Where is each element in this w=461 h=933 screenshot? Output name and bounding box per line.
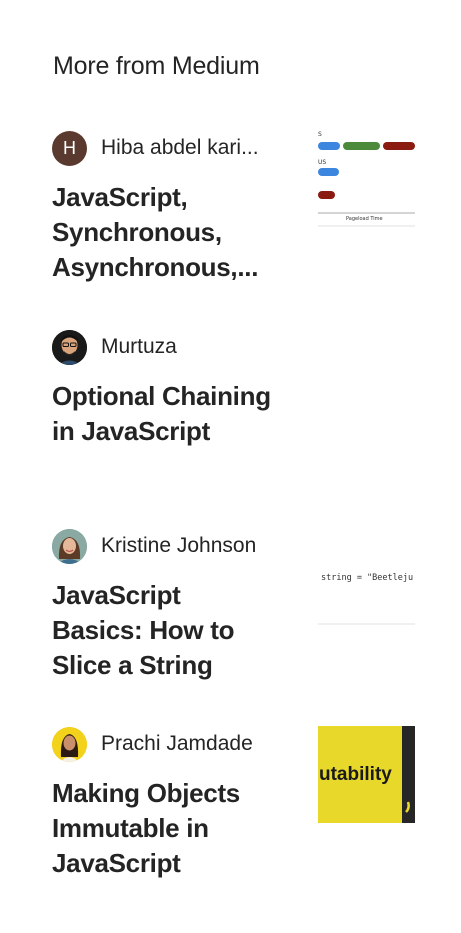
author-name[interactable]: Murtuza [101, 335, 177, 359]
thumb-caption: Pageload Time [346, 216, 383, 222]
thumb-glyph-1: S [318, 131, 322, 138]
thumb-bar-red-2 [318, 191, 335, 199]
code-snippet-image: string = "Beetleju [318, 573, 415, 625]
author-row[interactable]: Prachi Jamdade [52, 726, 253, 762]
thumb-code: string = "Beetleju [321, 573, 413, 583]
article-title[interactable]: Optional Chaining in JavaScript [52, 379, 277, 449]
thumb-bar-red-1 [383, 142, 415, 150]
person-avatar-icon [52, 329, 87, 365]
author-name[interactable]: Kristine Johnson [101, 534, 256, 558]
article-thumbnail[interactable]: utability [318, 726, 415, 823]
article-title[interactable]: JavaScript, Synchronous, Asynchronous,..… [52, 180, 277, 285]
article-card[interactable]: Murtuza Optional Chaining in JavaScript [52, 329, 415, 499]
article-title[interactable]: JavaScript Basics: How to Slice a String [52, 578, 277, 683]
author-row[interactable]: Murtuza [52, 329, 177, 365]
article-card[interactable]: Prachi Jamdade Making Objects Immutable … [52, 726, 415, 896]
person-avatar-icon [52, 528, 87, 564]
avatar-initial: H [63, 137, 76, 158]
section-title: More from Medium [53, 52, 260, 80]
article-thumbnail[interactable]: string = "Beetleju [318, 528, 415, 625]
thumb-bar-blue-2 [318, 168, 339, 176]
article-card[interactable]: Kristine Johnson JavaScript Basics: How … [52, 528, 415, 698]
author-avatar[interactable] [52, 329, 87, 365]
author-row[interactable]: H Hiba abdel kari... [52, 130, 259, 166]
author-name[interactable]: Prachi Jamdade [101, 732, 253, 756]
article-title[interactable]: Making Objects Immutable in JavaScript [52, 776, 277, 881]
author-name[interactable]: Hiba abdel kari... [101, 136, 259, 160]
thumb-bar-blue-1 [318, 142, 340, 150]
timeline-chart-image: S US Pageload Time [318, 131, 415, 227]
thumb-glyph-2: US [318, 159, 326, 166]
thumb-text: utability [319, 764, 392, 785]
author-row[interactable]: Kristine Johnson [52, 528, 256, 564]
author-avatar[interactable]: H [52, 130, 87, 166]
person-avatar-icon [52, 726, 87, 762]
article-thumbnail[interactable]: S US Pageload Time [318, 130, 415, 227]
article-card[interactable]: H Hiba abdel kari... JavaScript, Synchro… [52, 130, 415, 300]
immutability-banner-image: utability [318, 726, 415, 823]
thumb-bar-green [343, 142, 380, 150]
author-avatar[interactable] [52, 726, 87, 762]
author-avatar[interactable] [52, 528, 87, 564]
